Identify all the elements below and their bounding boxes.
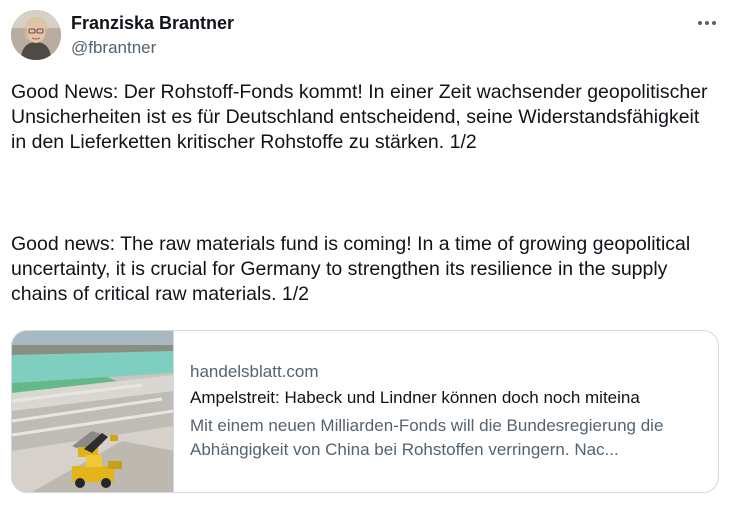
profile-photo bbox=[11, 10, 61, 60]
author-name[interactable]: Franziska Brantner bbox=[71, 12, 234, 34]
more-options-button[interactable] bbox=[692, 12, 722, 34]
author-handle[interactable]: @fbrantner bbox=[71, 37, 156, 59]
avatar[interactable] bbox=[11, 10, 61, 60]
link-preview-title: Ampelstreit: Habeck und Lindner können d… bbox=[190, 388, 640, 407]
tweet-text-english: Good news: The raw materials fund is com… bbox=[11, 233, 691, 305]
ellipsis-horizontal-icon bbox=[698, 21, 702, 25]
link-preview-image bbox=[12, 331, 174, 492]
link-preview-description: Mit einem neuen Milliarden-Fonds will di… bbox=[190, 416, 664, 459]
link-preview-domain: handelsblatt.com bbox=[190, 362, 319, 381]
mining-site-photo bbox=[12, 331, 173, 492]
tweet-text-german: Good News: Der Rohstoff-Fonds kommt! In … bbox=[11, 81, 708, 153]
link-preview-card[interactable]: handelsblatt.com Ampelstreit: Habeck und… bbox=[11, 330, 719, 493]
